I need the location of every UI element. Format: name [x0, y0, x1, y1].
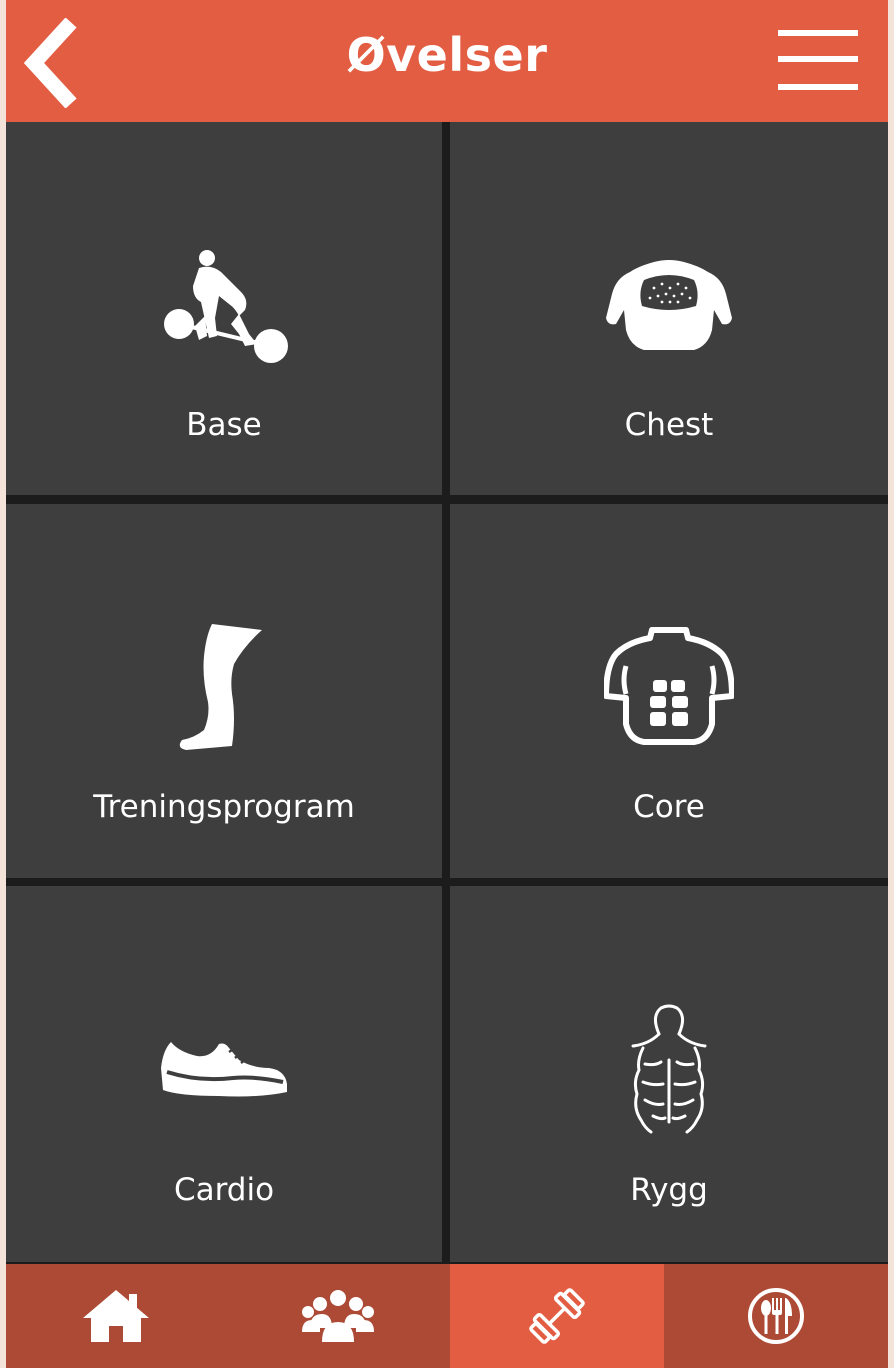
menu-line: [778, 56, 858, 62]
tile-label: Treningsprogram: [93, 789, 355, 825]
tile-chest[interactable]: Chest: [450, 122, 888, 495]
group-icon: [302, 1290, 374, 1342]
tile-label: Core: [633, 789, 705, 825]
sneaker-icon: [161, 1042, 287, 1097]
dumbbell-icon: [529, 1288, 585, 1344]
exercise-grid: Base Chest Treningsprogram Core Cardio R…: [6, 122, 888, 1262]
tile-treningsprogram[interactable]: Treningsprogram: [6, 504, 442, 878]
tile-label: Chest: [624, 407, 714, 443]
leg-icon: [179, 624, 262, 750]
app-screen: Øvelser Base Chest Treningsprogram Core …: [6, 0, 888, 1368]
tile-cardio[interactable]: Cardio: [6, 886, 442, 1262]
tab-nutrition[interactable]: [664, 1264, 888, 1368]
tab-exercises[interactable]: [450, 1264, 664, 1368]
tile-core[interactable]: Core: [450, 504, 888, 878]
menu-line: [778, 84, 858, 90]
tile-label: Cardio: [173, 1172, 275, 1208]
tab-community[interactable]: [226, 1264, 450, 1368]
deadlift-icon: [164, 250, 288, 363]
page-title: Øvelser: [346, 28, 548, 82]
chest-icon: [606, 260, 732, 350]
abs-icon: [604, 627, 734, 745]
tab-home[interactable]: [6, 1264, 226, 1368]
home-icon: [83, 1290, 149, 1342]
tile-label: Base: [186, 407, 262, 443]
restaurant-icon: [748, 1288, 804, 1344]
back-muscles-icon: [631, 1004, 707, 1134]
hamburger-menu-icon: [778, 30, 858, 36]
tile-base[interactable]: Base: [6, 122, 442, 495]
tile-rygg[interactable]: Rygg: [450, 886, 888, 1262]
bottom-tab-bar: [6, 1264, 888, 1368]
menu-button[interactable]: [778, 30, 858, 92]
tile-label: Rygg: [630, 1172, 708, 1208]
header-bar: Øvelser: [6, 0, 888, 122]
